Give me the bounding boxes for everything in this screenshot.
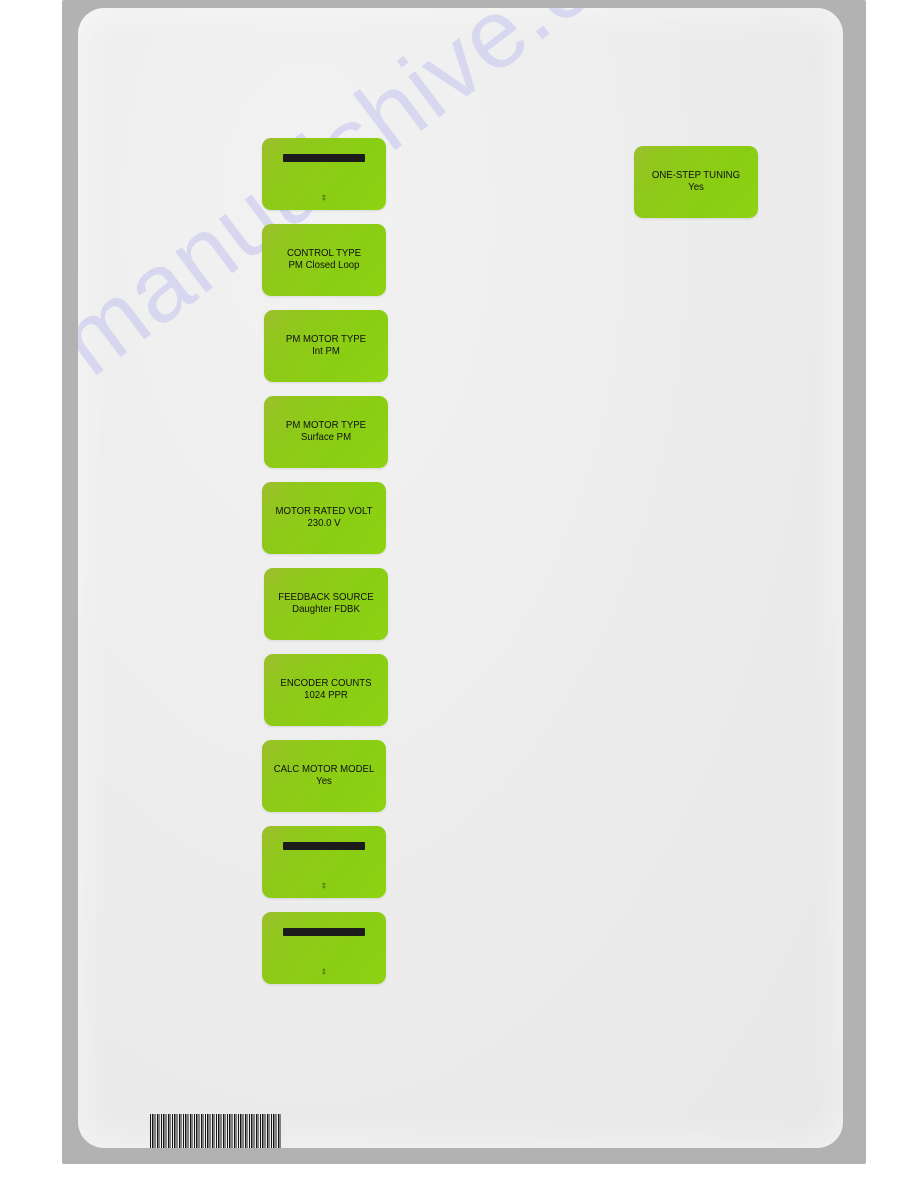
lcd-card-value: Int PM [312,344,340,357]
redaction-marker: ‡ [322,883,326,890]
lcd-card-feedback-source[interactable]: FEEDBACK SOURCE Daughter FDBK [264,568,388,640]
lcd-card-title: CALC MOTOR MODEL [273,763,375,776]
lcd-card-value: 1024 PPR [304,688,348,701]
redaction-marker: ‡ [322,969,326,976]
lcd-card-title: MOTOR RATED VOLT [275,505,373,518]
lcd-card-value: Daughter FDBK [292,602,360,615]
lcd-card-redacted-lower[interactable]: ‡ [262,826,386,898]
lcd-card-title: ENCODER COUNTS [280,677,372,690]
scanned-page-root: manualshive.com ‡ CONTROL TYPE PM Closed… [0,0,918,1188]
lcd-card-pm-motor-type-surface[interactable]: PM MOTOR TYPE Surface PM [264,396,388,468]
lcd-card-pm-motor-type-int[interactable]: PM MOTOR TYPE Int PM [264,310,388,382]
lcd-card-title: PM MOTOR TYPE [285,333,367,346]
lcd-card-one-step-tuning[interactable]: ONE-STEP TUNING Yes [634,146,758,218]
redaction-bar [283,928,365,936]
lcd-card-column-right: ONE-STEP TUNING Yes [634,146,758,232]
lcd-card-redacted-bottom[interactable]: ‡ [262,912,386,984]
redaction-bar [283,842,365,850]
lcd-card-value: PM Closed Loop [288,258,360,271]
redaction-bar [283,154,365,162]
lcd-card-value: 230.0 V [307,516,341,529]
page-sheet: manualshive.com ‡ CONTROL TYPE PM Closed… [78,8,843,1148]
lcd-card-title: CONTROL TYPE [286,247,362,260]
lcd-card-motor-rated-volt[interactable]: MOTOR RATED VOLT 230.0 V [262,482,386,554]
lcd-card-column-left: ‡ CONTROL TYPE PM Closed Loop PM MOTOR T… [262,138,388,998]
lcd-card-value: Yes [316,774,332,787]
lcd-card-title: PM MOTOR TYPE [285,419,367,432]
lcd-card-control-type[interactable]: CONTROL TYPE PM Closed Loop [262,224,386,296]
barcode: *AM5766-0112* [150,1114,282,1148]
lcd-card-encoder-counts[interactable]: ENCODER COUNTS 1024 PPR [264,654,388,726]
barcode-bars [150,1114,282,1148]
lcd-card-calc-motor-model[interactable]: CALC MOTOR MODEL Yes [262,740,386,812]
lcd-card-redacted-top[interactable]: ‡ [262,138,386,210]
lcd-card-title: FEEDBACK SOURCE [278,591,374,604]
lcd-card-value: Yes [688,180,704,193]
lcd-card-title: ONE-STEP TUNING [651,169,741,182]
redaction-marker: ‡ [322,195,326,202]
lcd-card-value: Surface PM [300,430,352,443]
